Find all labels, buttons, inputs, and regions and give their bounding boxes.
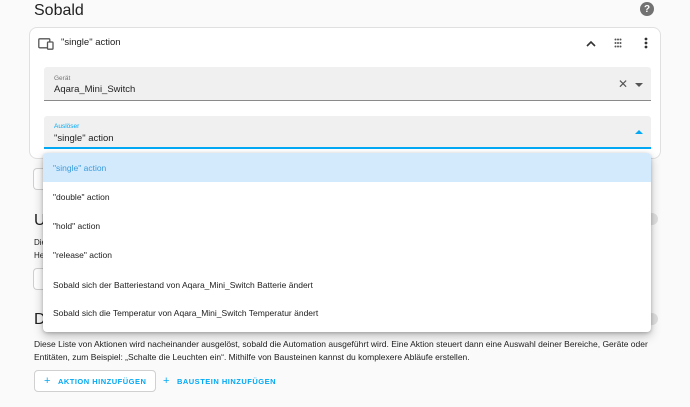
dropdown-option[interactable]: "release" action bbox=[43, 240, 651, 269]
section-title: Sobald bbox=[34, 2, 84, 19]
trigger-card: "single" action Gerät Aqara_Mini_Switch … bbox=[29, 27, 661, 159]
device-select[interactable]: Gerät Aqara_Mini_Switch ✕ bbox=[44, 67, 651, 101]
trigger-label: Auslöser bbox=[54, 123, 80, 130]
help-icon[interactable]: ? bbox=[640, 2, 654, 16]
device-icon bbox=[38, 38, 54, 50]
drag-handle-icon[interactable] bbox=[609, 34, 627, 52]
trigger-select[interactable]: Auslöser "single" action bbox=[44, 116, 651, 149]
add-action-button[interactable]: + AKTION HINZUFÜGEN bbox=[34, 370, 157, 392]
trigger-value: "single" action bbox=[54, 133, 114, 144]
trigger-dropdown-menu: "single" action "double" action "hold" a… bbox=[43, 153, 651, 332]
device-label: Gerät bbox=[54, 75, 71, 82]
actions-description: Diese Liste von Aktionen wird nacheinand… bbox=[34, 339, 648, 362]
add-block-button[interactable]: + BAUSTEIN HINZUFÜGEN bbox=[154, 370, 285, 392]
dropdown-option[interactable]: Sobald sich der Batteriestand von Aqara_… bbox=[43, 270, 651, 299]
add-block-label: BAUSTEIN HINZUFÜGEN bbox=[176, 376, 277, 386]
card-header[interactable]: "single" action bbox=[30, 28, 660, 58]
chevron-down-icon[interactable] bbox=[635, 83, 643, 87]
chevron-up-icon[interactable] bbox=[635, 130, 643, 134]
more-vert-icon[interactable] bbox=[637, 34, 655, 52]
hidden-help-stub bbox=[650, 313, 658, 325]
hidden-help-stub bbox=[650, 213, 658, 225]
chevron-up-icon[interactable] bbox=[582, 34, 600, 52]
dropdown-option[interactable]: "double" action bbox=[43, 182, 651, 211]
card-title: "single" action bbox=[61, 37, 121, 48]
dropdown-option[interactable]: "single" action bbox=[43, 153, 651, 182]
plus-icon: + bbox=[44, 375, 51, 387]
dropdown-option[interactable]: Sobald sich die Temperatur von Aqara_Min… bbox=[43, 298, 651, 327]
add-action-label: AKTION HINZUFÜGEN bbox=[57, 376, 147, 386]
clear-icon[interactable]: ✕ bbox=[618, 78, 630, 90]
dropdown-option[interactable]: "hold" action bbox=[43, 211, 651, 240]
device-value: Aqara_Mini_Switch bbox=[54, 84, 136, 95]
plus-icon: + bbox=[163, 375, 170, 387]
